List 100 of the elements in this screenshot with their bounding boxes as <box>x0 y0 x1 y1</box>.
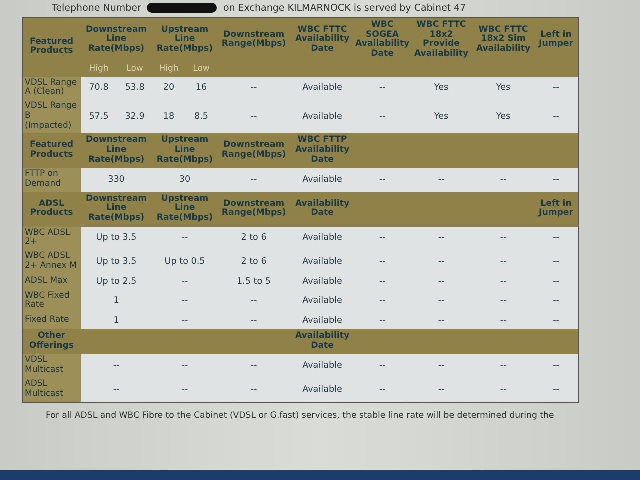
product-name: VDSL Multicast <box>22 354 80 378</box>
table-cell: 57.5 <box>80 100 118 134</box>
table-cell: -- <box>354 250 411 274</box>
table-cell: Available <box>290 378 355 402</box>
column-header: Downstream Line Rate(Mbps) <box>80 18 153 62</box>
table-cell: 2 to 6 <box>218 250 291 274</box>
subheader: Low <box>118 62 153 76</box>
column-header: WBC FTTC 18x2 Sim Availability <box>472 18 535 62</box>
column-header: Upstream Line Rate(Mbps) <box>152 133 218 168</box>
table-cell: -- <box>410 274 473 290</box>
table-cell: -- <box>80 354 153 378</box>
table-cell: -- <box>354 313 411 330</box>
intro-text: on Exchange KILMARNOCK is served by Cabinet 47 <box>223 2 466 14</box>
column-header: Downstream Line Rate(Mbps) <box>80 192 153 227</box>
product-name: VDSL Range A (Clean) <box>22 76 80 100</box>
column-header: Downstream Range(Mbps) <box>218 18 291 62</box>
table-cell: Available <box>290 226 355 250</box>
table-cell: -- <box>472 354 535 378</box>
table-cell: -- <box>354 226 411 250</box>
table-cell: -- <box>410 226 473 250</box>
table-cell: -- <box>354 76 411 100</box>
column-header: Downstream Line Rate(Mbps) <box>80 133 153 168</box>
table-cell: -- <box>152 313 218 330</box>
column-header: Downstream Range(Mbps) <box>218 133 291 168</box>
table-cell: -- <box>152 226 218 250</box>
table-cell: Available <box>290 290 355 314</box>
table-cell: -- <box>218 290 291 314</box>
table-cell: -- <box>534 168 579 192</box>
table-cell: -- <box>472 226 535 250</box>
table-cell: -- <box>410 313 473 330</box>
table-cell: 2 to 6 <box>218 226 291 250</box>
table-cell: Up to 2.5 <box>80 274 153 290</box>
product-name: WBC ADSL 2+ <box>22 226 80 250</box>
product-name: ADSL Max <box>22 274 80 290</box>
table-cell: -- <box>534 76 579 100</box>
table-cell: 32.9 <box>118 100 153 134</box>
footnote: For all ADSL and WBC Fibre to the Cabinet (VDSL or G.fast) services, the stable line rate will be determined during the <box>45 410 556 421</box>
table-cell: Up to 3.5 <box>80 226 153 250</box>
table-cell: -- <box>410 354 473 378</box>
table-cell: -- <box>534 250 579 274</box>
subheader: High <box>152 62 186 76</box>
section-header: Other Offerings <box>22 329 80 354</box>
table-cell: -- <box>218 76 291 100</box>
table-cell: 18 <box>152 100 186 134</box>
section-header: Featured Products <box>22 133 80 168</box>
table-cell: Available <box>290 168 355 192</box>
subheader: High <box>80 62 118 76</box>
column-header: Left in Jumper <box>534 18 579 62</box>
product-name: WBC ADSL 2+ Annex M <box>22 250 80 274</box>
table-cell: -- <box>152 378 218 402</box>
table-cell: -- <box>218 354 291 378</box>
column-header: Downstream Range(Mbps) <box>218 192 291 227</box>
table-cell: -- <box>534 274 579 290</box>
table-cell: 8.5 <box>186 100 218 134</box>
column-header: Availability Date <box>290 329 355 354</box>
product-name: VDSL Range B (Impacted) <box>22 100 80 134</box>
table-cell: 30 <box>152 168 218 192</box>
column-header: WBC SOGEA Availability Date <box>354 18 411 62</box>
product-name: WBC Fixed Rate <box>22 290 80 314</box>
table-cell: -- <box>354 290 411 314</box>
table-cell: 53.8 <box>118 76 153 100</box>
table-cell: -- <box>354 168 411 192</box>
table-cell: -- <box>410 378 473 402</box>
table-cell: -- <box>354 100 411 134</box>
table-cell: -- <box>152 354 218 378</box>
product-name: FTTP on Demand <box>22 168 80 192</box>
table-cell: Up to 0.5 <box>152 250 218 274</box>
table-cell: 330 <box>80 168 153 192</box>
product-name: ADSL Multicast <box>22 378 80 402</box>
table-cell: -- <box>218 313 291 330</box>
table-cell: 20 <box>152 76 186 100</box>
table-cell: 70.8 <box>80 76 118 100</box>
table-cell: -- <box>534 290 579 314</box>
intro-text: Telephone Number <box>52 2 142 14</box>
column-header: Upstream Line Rate(Mbps) <box>152 192 218 227</box>
section-header: ADSL Products <box>22 192 80 227</box>
table-cell: -- <box>354 354 411 378</box>
table-cell: -- <box>472 290 535 314</box>
column-header: WBC FTTC 18x2 Provide Availability <box>410 18 473 62</box>
table-cell: -- <box>354 378 411 402</box>
column-header: WBC FTTC Availability Date <box>290 18 355 62</box>
column-header: Left in Jumper <box>534 192 579 227</box>
table-cell: Available <box>290 76 355 100</box>
column-header: Availability Date <box>290 192 355 227</box>
table-cell: -- <box>534 226 579 250</box>
table-cell: -- <box>218 378 291 402</box>
table-cell: -- <box>354 274 411 290</box>
table-cell: -- <box>152 274 218 290</box>
subheader: Low <box>186 62 218 76</box>
table-cell: Available <box>290 100 355 134</box>
table-cell: Yes <box>472 100 535 134</box>
table-cell: -- <box>534 354 579 378</box>
table-cell: Available <box>290 250 355 274</box>
column-header: WBC FTTP Availability Date <box>290 133 355 168</box>
table-cell: 1.5 to 5 <box>218 274 291 290</box>
table-cell: Available <box>290 354 355 378</box>
table-cell: 16 <box>186 76 218 100</box>
section-header: Featured Products <box>22 18 80 76</box>
table-cell: -- <box>152 290 218 314</box>
product-name: Fixed Rate <box>22 313 80 330</box>
